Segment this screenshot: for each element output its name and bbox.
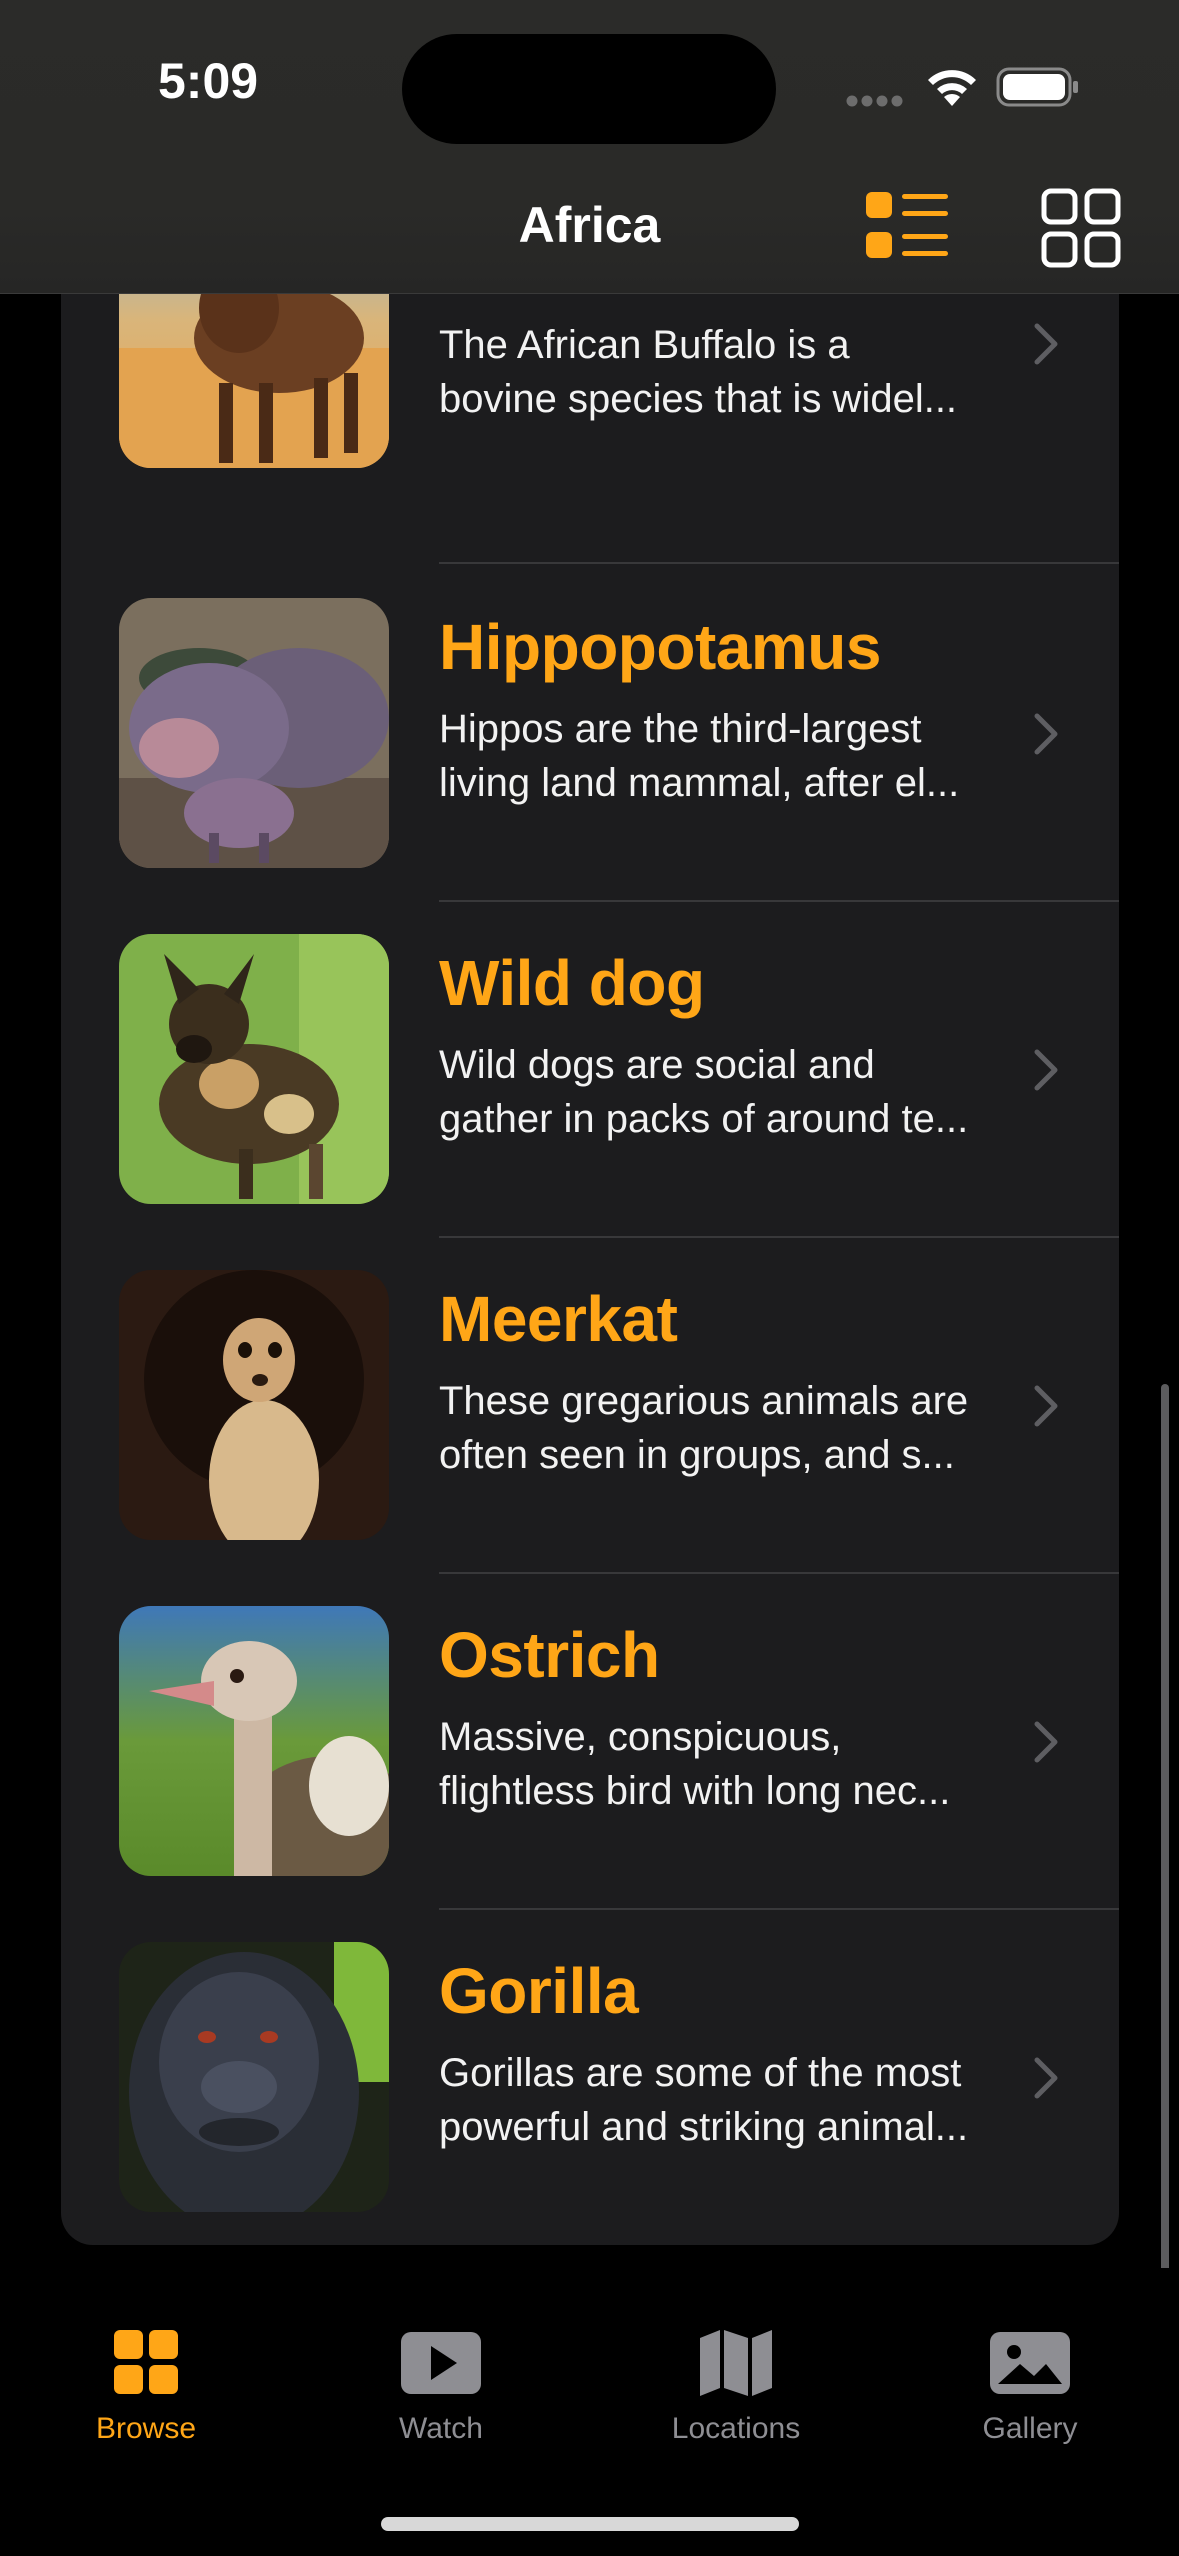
animal-name: Gorilla: [439, 1955, 639, 2027]
map-icon: [700, 2330, 772, 2396]
chevron-right-icon: [1034, 713, 1058, 755]
animal-name: Hippopotamus: [439, 611, 881, 683]
chevron-right-icon: [1034, 2057, 1058, 2099]
cellular-dots-icon: [846, 95, 903, 107]
animal-description: Gorillas are some of the most powerful a…: [439, 2046, 1049, 2154]
navigation-bar: 5:09 Africa: [0, 0, 1179, 294]
description-line: Gorillas are some of the most: [439, 2051, 962, 2095]
tab-locations[interactable]: Locations: [616, 2328, 856, 2446]
scroll-indicator[interactable]: [1161, 1384, 1169, 2302]
chevron-right-icon: [1034, 1049, 1058, 1091]
description-line: powerful and striking animal...: [439, 2105, 969, 2149]
animal-row-gorilla[interactable]: Gorilla Gorillas are some of the most po…: [61, 1910, 1119, 2245]
grid-view-icon[interactable]: [1041, 188, 1121, 268]
description-line: Wild dogs are social and: [439, 1043, 875, 1087]
animal-description: The African Buffalo is a bovine species …: [439, 318, 1049, 426]
tab-label: Browse: [95, 2412, 197, 2445]
tab-browse[interactable]: Browse: [26, 2328, 266, 2446]
animal-name: Meerkat: [439, 1283, 678, 1355]
tab-label: Locations: [671, 2412, 801, 2445]
photo-icon: [990, 2332, 1070, 2394]
tab-gallery[interactable]: Gallery: [910, 2328, 1150, 2446]
gorilla-thumbnail: [119, 1942, 389, 2212]
dynamic-island: [402, 34, 776, 144]
tab-label: Gallery: [982, 2412, 1078, 2445]
animal-description: Massive, conspicuous, flightless bird wi…: [439, 1710, 1049, 1818]
wifi-icon: [928, 70, 976, 106]
chevron-right-icon: [1034, 1385, 1058, 1427]
play-icon: [401, 2332, 481, 2394]
animal-row-meerkat[interactable]: Meerkat These gregarious animals are oft…: [61, 1238, 1119, 1574]
description-line: gather in packs of around te...: [439, 1097, 969, 1141]
status-time: 5:09: [158, 53, 259, 109]
description-line: often seen in groups, and s...: [439, 1433, 955, 1477]
animal-row-wild-dog[interactable]: Wild dog Wild dogs are social and gather…: [61, 902, 1119, 1238]
description-line: Hippos are the third-largest: [439, 707, 922, 751]
animal-list: African buffalo The African Buffalo is a…: [61, 240, 1119, 2245]
chevron-right-icon: [1034, 323, 1058, 365]
page-title: Africa: [518, 197, 661, 253]
animal-description: Hippos are the third-largest living land…: [439, 702, 1049, 810]
description-line: The African Buffalo is a: [439, 323, 850, 367]
chevron-right-icon: [1034, 1721, 1058, 1763]
description-line: living land mammal, after el...: [439, 761, 960, 805]
description-line: These gregarious animals are: [439, 1379, 969, 1423]
home-indicator: [381, 2517, 799, 2531]
animal-row-hippopotamus[interactable]: Hippopotamus Hippos are the third-larges…: [61, 566, 1119, 902]
browse-grid-icon: [114, 2330, 178, 2394]
battery-icon: [996, 67, 1078, 107]
wild-dog-thumbnail: [119, 934, 389, 1204]
animal-row-ostrich[interactable]: Ostrich Massive, conspicuous, flightless…: [61, 1574, 1119, 1910]
description-line: flightless bird with long nec...: [439, 1769, 951, 1813]
animal-name: Ostrich: [439, 1619, 660, 1691]
ostrich-thumbnail: [119, 1606, 389, 1876]
meerkat-thumbnail: [119, 1270, 389, 1540]
description-line: Massive, conspicuous,: [439, 1715, 842, 1759]
hippopotamus-thumbnail: [119, 598, 389, 868]
animal-name: Wild dog: [439, 947, 705, 1019]
animal-description: Wild dogs are social and gather in packs…: [439, 1038, 1049, 1146]
description-line: bovine species that is widel...: [439, 377, 958, 421]
animal-description: These gregarious animals are often seen …: [439, 1374, 1049, 1482]
tab-label: Watch: [399, 2412, 483, 2445]
list-view-icon[interactable]: [864, 188, 950, 264]
tab-bar: Browse Watch Locations Gallery: [0, 2268, 1179, 2556]
row-separator: [439, 562, 1119, 564]
tab-watch[interactable]: Watch: [321, 2328, 561, 2446]
